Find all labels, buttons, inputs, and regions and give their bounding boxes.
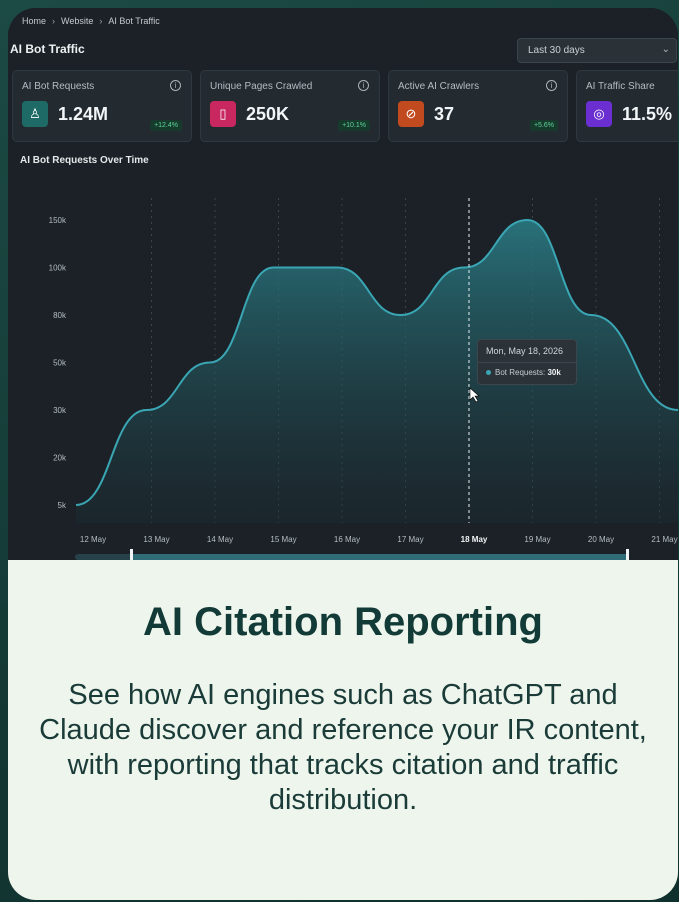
tooltip-value-row: Bot Requests: 30k: [486, 368, 561, 377]
feature-card: Home › Website › AI Bot Traffic AI Bot T…: [8, 8, 678, 900]
kpi-value: 250K: [246, 104, 290, 124]
page-icon: ▯: [210, 101, 236, 127]
kpi-value: 37: [434, 104, 455, 124]
info-panel: AI Citation Reporting See how AI engines…: [8, 560, 678, 900]
kpi-value: 1.24M: [58, 104, 109, 124]
x-tick-label: 20 May: [588, 535, 614, 544]
kpi-delta: +10.1%: [338, 120, 370, 131]
x-tick-label: 15 May: [270, 535, 296, 544]
kpi-card-share[interactable]: AI Traffic Share ◎ 11.5%: [576, 70, 678, 142]
tooltip-series-label: Bot Requests:: [495, 368, 546, 377]
kpi-card-requests[interactable]: AI Bot Requests i ♙ 1.24M +12.4%: [12, 70, 192, 142]
share-icon: ◎: [586, 101, 612, 127]
y-tick-label: 100k: [49, 264, 67, 273]
y-tick-label: 50k: [53, 359, 67, 368]
x-tick-label: 19 May: [524, 535, 550, 544]
x-tick-label: 13 May: [143, 535, 169, 544]
chevron-right-icon: ›: [99, 16, 103, 26]
chevron-down-icon: ⌄: [661, 44, 670, 55]
tooltip-value: 30k: [547, 368, 561, 377]
chart-tooltip: Mon, May 18, 2026 Bot Requests: 30k: [477, 339, 577, 385]
kpi-label: AI Bot Requests: [22, 81, 95, 92]
kpi-row: AI Bot Requests i ♙ 1.24M +12.4% Unique …: [10, 70, 678, 142]
kpi-card-crawlers[interactable]: Active AI Crawlers i ⊘ 37 +5.6%: [388, 70, 568, 142]
info-icon[interactable]: i: [170, 80, 181, 91]
info-icon[interactable]: i: [358, 80, 369, 91]
feature-description: See how AI engines such as ChatGPT and C…: [39, 679, 647, 816]
series-dot-icon: [486, 370, 491, 376]
y-tick-label: 30k: [53, 406, 67, 415]
tooltip-date: Mon, May 18, 2026: [486, 346, 564, 356]
feature-title: AI Citation Reporting: [143, 600, 543, 644]
page-title: AI Bot Traffic: [10, 42, 85, 56]
range-handle-right[interactable]: [626, 549, 629, 560]
x-tick-label: 16 May: [334, 535, 360, 544]
kpi-delta: +12.4%: [150, 120, 182, 131]
robot-icon: ♙: [22, 101, 48, 127]
kpi-label: Unique Pages Crawled: [210, 81, 313, 92]
breadcrumb-current: AI Bot Traffic: [108, 16, 160, 26]
date-range-select[interactable]: Last 30 days ⌄: [517, 38, 677, 63]
info-icon[interactable]: i: [546, 80, 557, 91]
date-range-value: Last 30 days: [528, 45, 585, 56]
tooltip-divider: [478, 362, 576, 363]
y-tick-label: 5k: [58, 501, 67, 510]
y-tick-label: 150k: [49, 216, 67, 225]
area-chart[interactable]: 5k 20k 30k 50k 80k 100k 150k 12 May 13 May 14 Ma…: [8, 178, 678, 560]
kpi-card-pages[interactable]: Unique Pages Crawled i ▯ 250K +10.1%: [200, 70, 380, 142]
kpi-label: AI Traffic Share: [586, 81, 655, 92]
x-tick-label: 12 May: [80, 535, 106, 544]
chart-title: AI Bot Requests Over Time: [20, 155, 149, 166]
x-tick-label: 17 May: [397, 535, 423, 544]
kpi-label: Active AI Crawlers: [398, 81, 480, 92]
x-tick-label: 14 May: [207, 535, 233, 544]
chevron-right-icon: ›: [52, 16, 56, 26]
y-tick-label: 20k: [53, 454, 67, 463]
dashboard-screenshot: Home › Website › AI Bot Traffic AI Bot T…: [8, 8, 678, 560]
kpi-delta: +5.6%: [529, 120, 558, 131]
area-fill: [76, 220, 678, 523]
breadcrumb: Home › Website › AI Bot Traffic: [22, 16, 160, 26]
breadcrumb-home[interactable]: Home: [22, 16, 46, 26]
y-tick-label: 80k: [53, 311, 67, 320]
x-tick-label: 21 May: [651, 535, 677, 544]
kpi-value: 11.5%: [622, 104, 673, 124]
breadcrumb-website[interactable]: Website: [61, 16, 93, 26]
range-handle-left[interactable]: [130, 549, 133, 560]
x-tick-label: 18 May: [461, 535, 488, 544]
crawler-icon: ⊘: [398, 101, 424, 127]
